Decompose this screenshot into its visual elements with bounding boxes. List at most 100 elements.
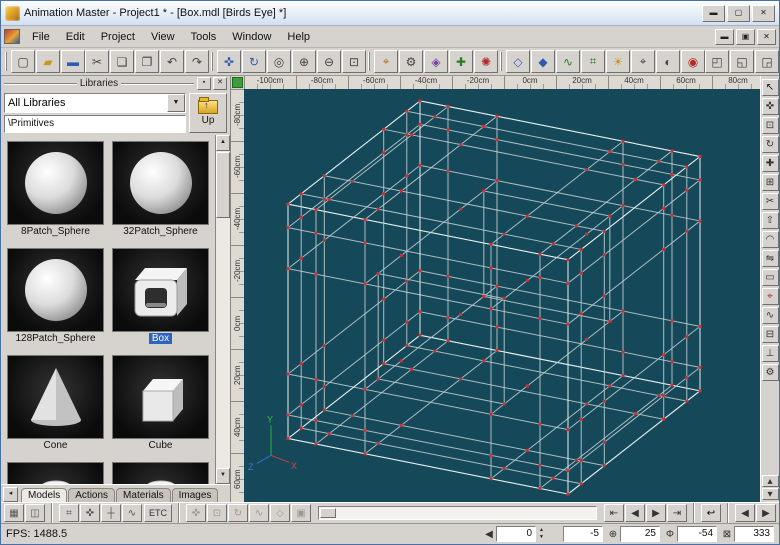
normals-tool-icon[interactable]: ⊥ (762, 345, 779, 362)
loop-button[interactable]: ↩ (701, 504, 721, 522)
panel-pin-icon[interactable]: ▪ (197, 77, 211, 90)
turn-view-icon[interactable]: ↻ (242, 50, 266, 73)
prev-frame-button[interactable]: ◀ (735, 504, 755, 522)
menu-project[interactable]: Project (93, 28, 143, 46)
open-folder-icon[interactable]: ▰ (36, 50, 60, 73)
close-button[interactable]: ✕ (752, 5, 775, 22)
chevron-down-icon[interactable]: ▼ (167, 94, 185, 112)
delete-tool-icon[interactable]: ⊟ (762, 326, 779, 343)
pointer-tool-icon[interactable]: ↖ (762, 79, 779, 96)
curves-mode-icon[interactable]: ∿ (556, 50, 580, 73)
scroll-up-icon[interactable]: ▲ (216, 135, 230, 151)
library-scrollbar[interactable]: ▲ ▼ (215, 135, 230, 484)
next-frame-button[interactable]: ▶ (756, 504, 776, 522)
filter-bias-icon[interactable]: ∿ (249, 504, 269, 522)
snap-point-icon[interactable]: ✜ (80, 504, 100, 522)
library-item-cylinder[interactable] (7, 462, 104, 484)
lathe-tool-icon[interactable]: ◠ (762, 231, 779, 248)
menu-help[interactable]: Help (279, 28, 318, 46)
library-item-cube[interactable]: Cube (112, 355, 209, 454)
frame-spinner[interactable]: ▲ ▼ (537, 527, 546, 541)
filter-all-icon[interactable]: ▣ (291, 504, 311, 522)
library-select[interactable]: All Libraries ▼ (4, 93, 186, 113)
library-item-128patch-sphere[interactable]: 128Patch_Sphere (7, 248, 104, 347)
bone-tool-icon[interactable]: ⌖ (762, 288, 779, 305)
material-icon[interactable]: ◈ (424, 50, 448, 73)
go-to-end-button[interactable]: ⇥ (667, 504, 687, 522)
filter-scale-icon[interactable]: ⊡ (207, 504, 227, 522)
menu-tools[interactable]: Tools (183, 28, 225, 46)
scroll-down-icon[interactable]: ▼ (216, 468, 230, 484)
mirror-tool-icon[interactable]: ⇋ (762, 250, 779, 267)
filter-rotate-icon[interactable]: ↻ (228, 504, 248, 522)
step-back-button[interactable]: ◀ (625, 504, 645, 522)
spin-up-icon[interactable]: ▲ (537, 527, 546, 534)
panel-mode-icon[interactable]: ◫ (25, 504, 45, 522)
toolbar-scroll-down-icon[interactable]: ▾ (762, 488, 779, 500)
camera-toggle-icon[interactable]: ⌖ (631, 50, 655, 73)
frame-slider[interactable] (318, 506, 597, 520)
library-item-8patch-sphere[interactable]: 8Patch_Sphere (7, 141, 104, 240)
toolbar-grip[interactable] (5, 52, 7, 71)
stereo-toggle-icon[interactable]: ◐ (656, 50, 680, 73)
spin-down-icon[interactable]: ▼ (537, 534, 546, 541)
left-view-icon[interactable]: ◲ (755, 50, 779, 73)
filter-translate-icon[interactable]: ✜ (186, 504, 206, 522)
child-close-button[interactable]: ✕ (757, 29, 776, 45)
ruler-corner[interactable] (231, 76, 244, 89)
play-button[interactable]: ▶ (646, 504, 666, 522)
tab-models[interactable]: Models (21, 488, 67, 502)
toolbar-grip[interactable] (500, 52, 502, 71)
panel-close-icon[interactable]: ✕ (213, 77, 227, 90)
pan-tool-icon[interactable]: ✜ (217, 50, 241, 73)
redo-icon[interactable]: ↷ (185, 50, 209, 73)
save-icon[interactable]: ▬ (61, 50, 85, 73)
paste-icon[interactable]: ❐ (135, 50, 159, 73)
lights-toggle-icon[interactable]: ☀ (606, 50, 630, 73)
add-icon[interactable]: ✚ (449, 50, 473, 73)
window-mode-icon[interactable]: ▦ (4, 504, 24, 522)
go-to-start-button[interactable]: ⇤ (604, 504, 624, 522)
snap-grid-icon[interactable]: ⌗ (59, 504, 79, 522)
undo-icon[interactable]: ↶ (160, 50, 184, 73)
shaded-mode-icon[interactable]: ◆ (531, 50, 555, 73)
zoom-fit-icon[interactable]: ⊡ (342, 50, 366, 73)
document-icon[interactable] (4, 29, 20, 44)
group-tool-icon[interactable]: ▭ (762, 269, 779, 286)
library-item-box[interactable]: Box (112, 248, 209, 347)
library-item-32patch-sphere[interactable]: 32Patch_Sphere (112, 141, 209, 240)
tab-images[interactable]: Images (172, 488, 219, 502)
menu-window[interactable]: Window (224, 28, 279, 46)
extrude-tool-icon[interactable]: ⇧ (762, 212, 779, 229)
options-tool-icon[interactable]: ⚙ (762, 364, 779, 381)
scrollbar-thumb[interactable] (216, 152, 230, 218)
back-view-icon[interactable]: ◱ (730, 50, 754, 73)
menu-view[interactable]: View (143, 28, 183, 46)
menu-file[interactable]: File (24, 28, 58, 46)
filter-other-icon[interactable]: ◇ (270, 504, 290, 522)
child-minimize-button[interactable]: ▬ (715, 29, 734, 45)
folder-up-button[interactable]: ↑ Up (189, 93, 227, 133)
minimize-button[interactable]: ▬ (702, 5, 725, 22)
zoom-in-icon[interactable]: ⊕ (292, 50, 316, 73)
viewport-canvas[interactable]: YXZ (244, 89, 760, 502)
front-view-icon[interactable]: ◰ (705, 50, 729, 73)
maximize-button[interactable]: ▢ (727, 5, 750, 22)
copy-icon[interactable]: ❏ (110, 50, 134, 73)
toolbar-scroll-up-icon[interactable]: ▴ (762, 475, 779, 487)
frame-slider-thumb[interactable] (320, 508, 336, 518)
library-item-cone[interactable]: Cone (7, 355, 104, 454)
cut-icon[interactable]: ✂ (85, 50, 109, 73)
scale-tool-icon[interactable]: ⊡ (762, 117, 779, 134)
child-restore-button[interactable]: ▣ (736, 29, 755, 45)
add-point-tool-icon[interactable]: ✚ (762, 155, 779, 172)
insert-tool-icon[interactable]: ⊞ (762, 174, 779, 191)
tab-scroll-left-icon[interactable]: ◂ (3, 487, 18, 502)
wireframe-model[interactable]: YXZ (244, 89, 760, 502)
toolbar-grip[interactable] (368, 52, 370, 71)
etc-button[interactable]: ETC (144, 504, 172, 522)
break-tool-icon[interactable]: ✂ (762, 193, 779, 210)
zoom-out-icon[interactable]: ⊖ (317, 50, 341, 73)
translate-tool-icon[interactable]: ✜ (762, 98, 779, 115)
target-toggle-icon[interactable]: ◉ (681, 50, 705, 73)
